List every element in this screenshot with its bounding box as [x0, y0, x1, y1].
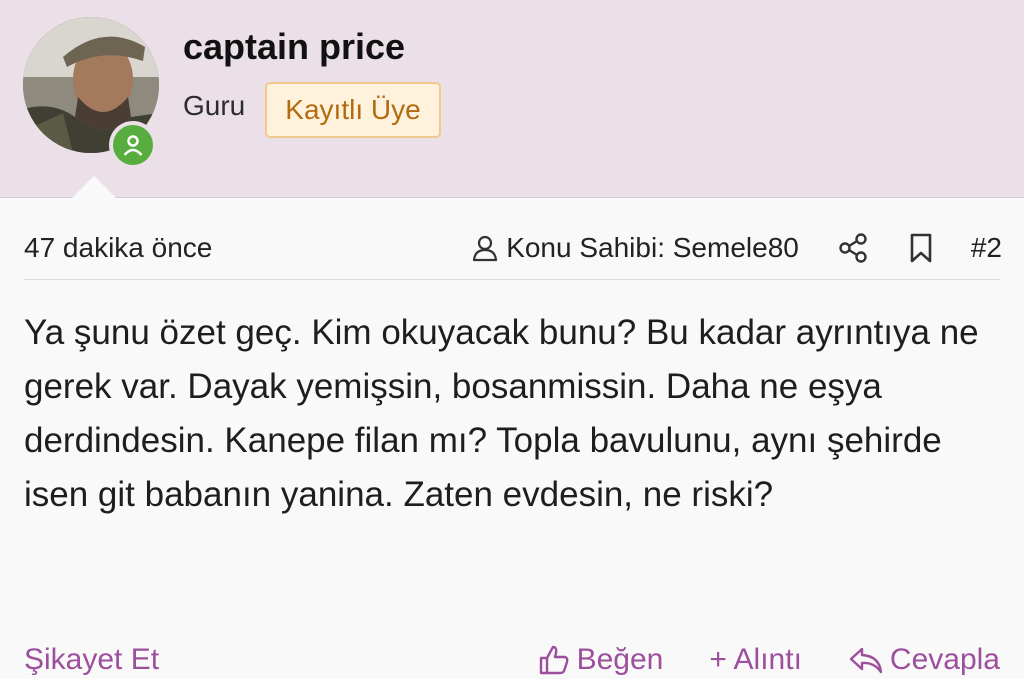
thread-owner-label: Konu Sahibi: Semele80: [506, 232, 799, 263]
meta-divider: [24, 279, 1000, 280]
post-number[interactable]: #2: [971, 232, 1002, 264]
share-icon: [839, 233, 867, 263]
thumbs-up-icon: [539, 645, 569, 675]
quote-button[interactable]: + Alıntı: [709, 643, 802, 677]
post-card: 47 dakika önce Konu Sahibi: Semele80 #2 …: [0, 198, 1024, 679]
online-status-indicator: [109, 121, 157, 169]
username[interactable]: captain price: [183, 26, 405, 68]
like-label: Beğen: [576, 643, 664, 676]
bookmark-icon: [910, 233, 932, 263]
post-meta-right: Konu Sahibi: Semele80 #2: [470, 232, 1002, 264]
user-rank: Guru: [183, 90, 246, 121]
header-pointer: [71, 176, 117, 199]
user-badge: Kayıtlı Üye: [265, 82, 441, 138]
post-time[interactable]: 47 dakika önce: [24, 232, 212, 264]
thread-owner: Konu Sahibi: Semele80: [470, 232, 799, 264]
reply-label: Cevapla: [889, 643, 1000, 676]
post-actions: Şikayet Et Beğen + Alıntı Cevapla: [24, 638, 1000, 679]
user-online-icon: [113, 125, 153, 165]
report-button[interactable]: Şikayet Et: [24, 643, 159, 677]
user-header: captain price Guru Kayıtlı Üye: [0, 0, 1024, 199]
share-button[interactable]: [837, 232, 869, 264]
like-button[interactable]: Beğen: [537, 643, 664, 677]
post-message: Ya şunu özet geç. Kim okuyacak bunu? Bu …: [24, 313, 979, 514]
bookmark-button[interactable]: [907, 232, 935, 264]
reply-icon: [849, 647, 883, 674]
quote-label: + Alıntı: [709, 643, 802, 676]
post-meta: 47 dakika önce Konu Sahibi: Semele80 #2: [24, 228, 1002, 268]
user-icon: [473, 235, 498, 262]
post-actions-right: Beğen + Alıntı Cevapla: [491, 643, 1000, 677]
reply-button[interactable]: Cevapla: [848, 643, 1000, 677]
